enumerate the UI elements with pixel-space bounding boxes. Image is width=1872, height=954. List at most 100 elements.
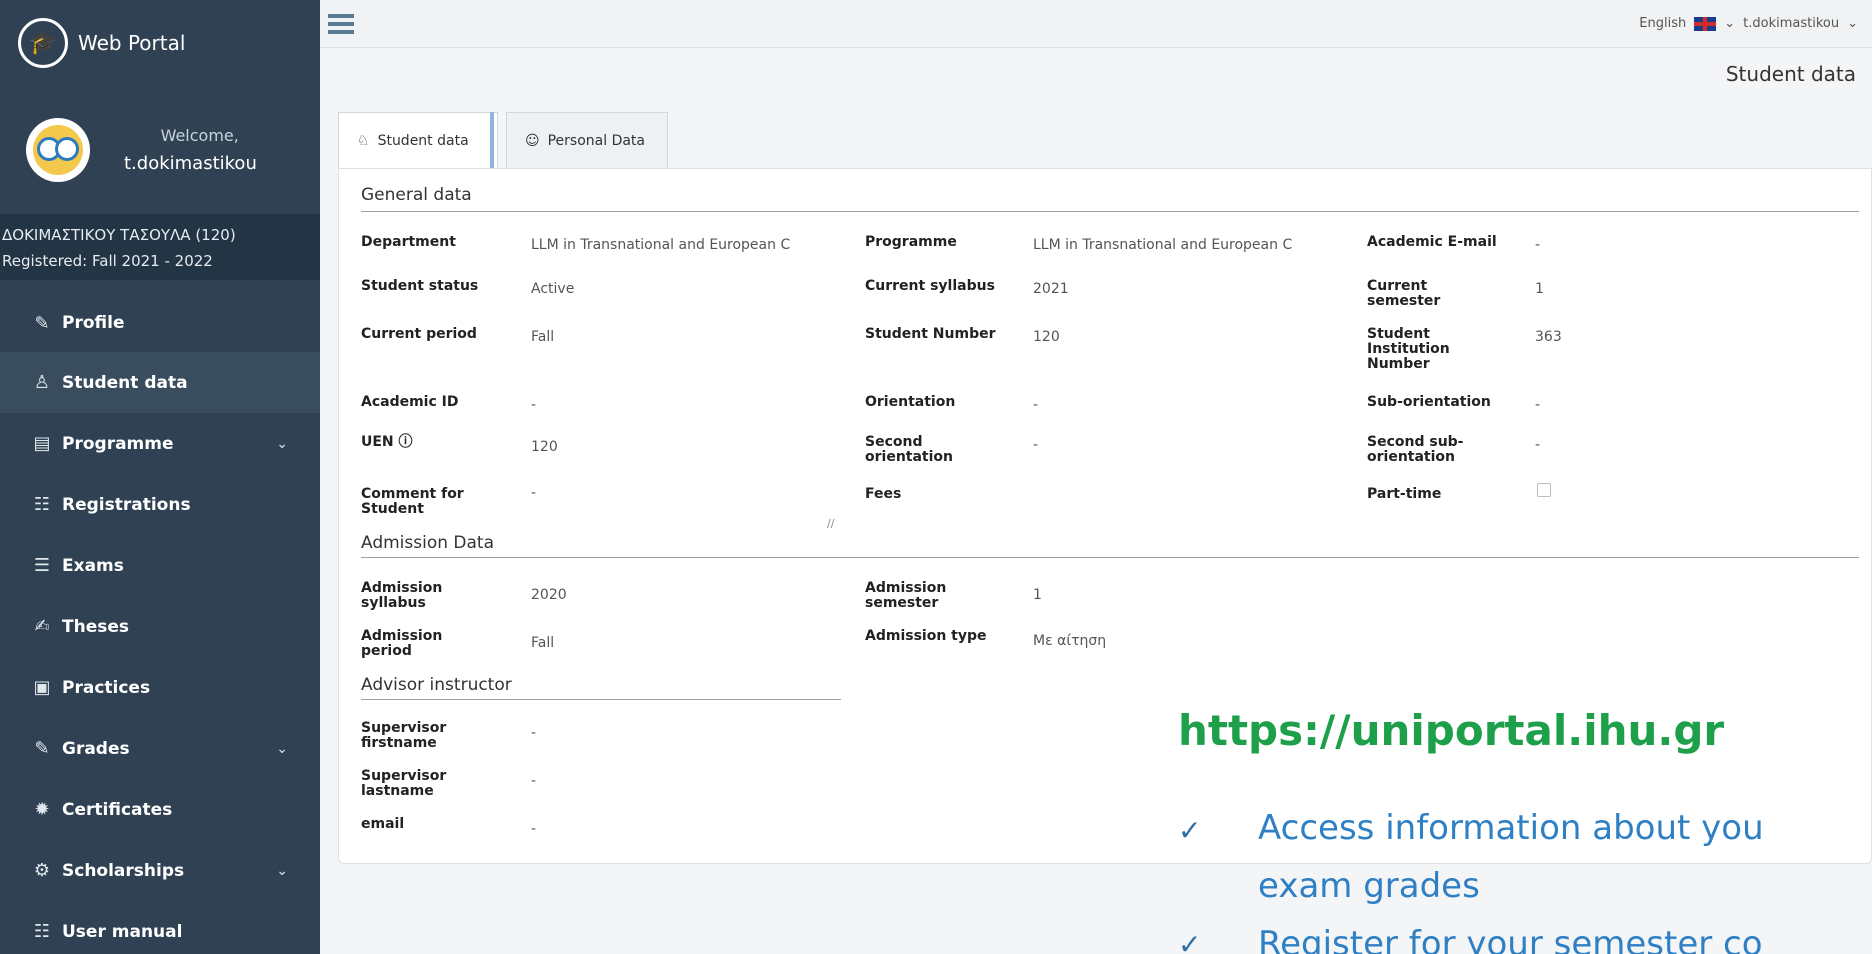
student-name: ΔΟΚΙΜΑΣΤΙΚΟΥ ΤΑΣΟΥΛΑ (120): [2, 226, 236, 244]
person-icon: ☺: [525, 132, 540, 149]
grades-icon: ✎: [34, 738, 50, 759]
admission-type-label: Admission type: [865, 628, 987, 644]
sidebar-item-student-data[interactable]: ♙ Student data: [0, 352, 320, 413]
brand-title: Web Portal: [78, 31, 186, 55]
graduation-cap-icon: 🎓: [18, 18, 68, 68]
manual-icon: ☷: [33, 921, 51, 942]
uen-value: 120: [531, 439, 558, 455]
sidebar-item-profile[interactable]: ✎ Profile: [0, 294, 320, 352]
second-sub-orientation-label: Second sub- orientation: [1367, 434, 1464, 465]
page-title: Student data: [1725, 62, 1856, 86]
advisor-email-label: email: [361, 816, 405, 832]
welcome-text: Welcome,: [160, 126, 239, 145]
username: t.dokimastikou: [124, 153, 257, 174]
topbar: English ⌄ t.dokimastikou ⌄: [320, 0, 1872, 48]
info-icon[interactable]: ⓘ: [399, 434, 413, 450]
brand[interactable]: 🎓 Web Portal: [0, 0, 320, 86]
tab-student-data[interactable]: ♘ Student data: [338, 112, 498, 168]
promo-line-2: exam grades: [1258, 866, 1480, 906]
department-value: LLM in Transnational and European C: [531, 237, 791, 253]
checkmark-icon: ✓: [1178, 814, 1202, 847]
user-box: Welcome, t.dokimastikou: [0, 86, 320, 214]
theses-icon: ✍: [34, 616, 50, 637]
active-tab-marker: [490, 112, 494, 168]
fees-label: Fees: [865, 486, 902, 502]
admission-period-label: Admission period: [361, 628, 443, 659]
supervisor-firstname-label: Supervisor firstname: [361, 720, 447, 751]
sidebar-item-programme[interactable]: ▤ Programme ⌄: [0, 413, 320, 474]
supervisor-firstname-value: -: [531, 725, 537, 741]
admission-type-value: Με αίτηση: [1033, 633, 1107, 649]
scholarships-icon: ⚙: [33, 860, 51, 881]
sidebar-item-registrations[interactable]: ☷ Registrations: [0, 474, 320, 535]
programme-value: LLM in Transnational and European C: [1033, 237, 1293, 253]
orientation-label: Orientation: [865, 394, 956, 410]
sub-orientation-label: Sub-orientation: [1367, 394, 1491, 410]
user-menu[interactable]: t.dokimastikou: [1743, 16, 1839, 31]
promo-line-1: Access information about you: [1258, 808, 1764, 848]
chevron-down-icon[interactable]: ⌄: [1724, 16, 1735, 31]
sidebar-item-scholarships[interactable]: ⚙ Scholarships ⌄: [0, 840, 320, 901]
current-period-value: Fall: [531, 329, 555, 345]
uk-flag-icon[interactable]: [1694, 16, 1717, 31]
current-semester-value: 1: [1535, 281, 1544, 297]
sub-orientation-value: -: [1535, 397, 1541, 413]
sidebar-item-grades[interactable]: ✎ Grades ⌄: [0, 718, 320, 779]
resize-handle-icon[interactable]: ∕∕: [827, 517, 834, 530]
second-orientation-label: Second orientation: [865, 434, 953, 465]
current-syllabus-value: 2021: [1033, 281, 1069, 297]
admission-semester-label: Admission semester: [865, 580, 947, 611]
sidebar-item-practices[interactable]: ▣ Practices: [0, 657, 320, 718]
registered-period: Registered: Fall 2021 - 2022: [2, 252, 213, 270]
student-status-label: Student status: [361, 278, 479, 294]
admission-syllabus-value: 2020: [531, 587, 567, 603]
part-time-label: Part-time: [1367, 486, 1442, 502]
sidebar-item-theses[interactable]: ✍ Theses: [0, 596, 320, 657]
practices-icon: ▣: [33, 677, 51, 698]
institution-number-value: 363: [1535, 329, 1562, 345]
sidebar-item-exams[interactable]: ☰ Exams: [0, 535, 320, 596]
academic-id-label: Academic ID: [361, 394, 459, 410]
advisor-instructor-title: Advisor instructor: [361, 675, 512, 695]
student-data-card: General data Department LLM in Transnati…: [338, 168, 1872, 864]
chevron-down-icon: ⌄: [276, 435, 288, 452]
institution-number-label: Student Institution Number: [1367, 326, 1450, 372]
programme-label: Programme: [865, 234, 957, 250]
exams-icon: ☰: [33, 555, 51, 576]
checkmark-icon: ✓: [1178, 928, 1202, 954]
current-syllabus-label: Current syllabus: [865, 278, 995, 294]
tab-personal-data[interactable]: ☺ Personal Data: [506, 112, 668, 168]
chevron-down-icon: ⌄: [276, 862, 288, 879]
sidebar-menu: ✎ Profile ♙ Student data ▤ Programme ⌄ ☷…: [0, 294, 320, 954]
academic-email-label: Academic E-mail: [1367, 234, 1497, 250]
sidebar-item-user-manual[interactable]: ☷ User manual: [0, 901, 320, 954]
current-semester-label: Current semester: [1367, 278, 1441, 309]
hamburger-menu-icon[interactable]: [328, 14, 354, 34]
second-orientation-value: -: [1033, 437, 1039, 453]
chevron-down-icon[interactable]: ⌄: [1847, 16, 1858, 31]
student-icon: ♙: [33, 372, 51, 393]
graduation-cap-icon: ♘: [357, 132, 370, 149]
chevron-down-icon: ⌄: [276, 740, 288, 757]
admission-syllabus-label: Admission syllabus: [361, 580, 443, 611]
admission-period-value: Fall: [531, 635, 555, 651]
academic-email-value: -: [1535, 237, 1541, 253]
registrations-icon: ☷: [33, 494, 51, 515]
sidebar: 🎓 Web Portal Welcome, t.dokimastikou ΔΟΚ…: [0, 0, 320, 954]
admission-semester-value: 1: [1033, 587, 1042, 603]
orientation-value: -: [1033, 397, 1039, 413]
part-time-checkbox[interactable]: [1537, 483, 1551, 497]
student-number-label: Student Number: [865, 326, 996, 342]
certificates-icon: ✹: [34, 799, 50, 820]
department-label: Department: [361, 234, 456, 250]
language-selector[interactable]: English: [1639, 16, 1686, 31]
programme-icon: ▤: [33, 433, 51, 454]
sidebar-item-certificates[interactable]: ✹ Certificates: [0, 779, 320, 840]
advisor-email-value: -: [531, 821, 537, 837]
comment-textarea[interactable]: -: [531, 485, 536, 501]
second-sub-orientation-value: -: [1535, 437, 1541, 453]
current-period-label: Current period: [361, 326, 477, 342]
promo-url: https://uniportal.ihu.gr: [1178, 706, 1725, 755]
academic-id-value: -: [531, 397, 537, 413]
promo-line-3: Register for your semester co: [1258, 924, 1763, 954]
